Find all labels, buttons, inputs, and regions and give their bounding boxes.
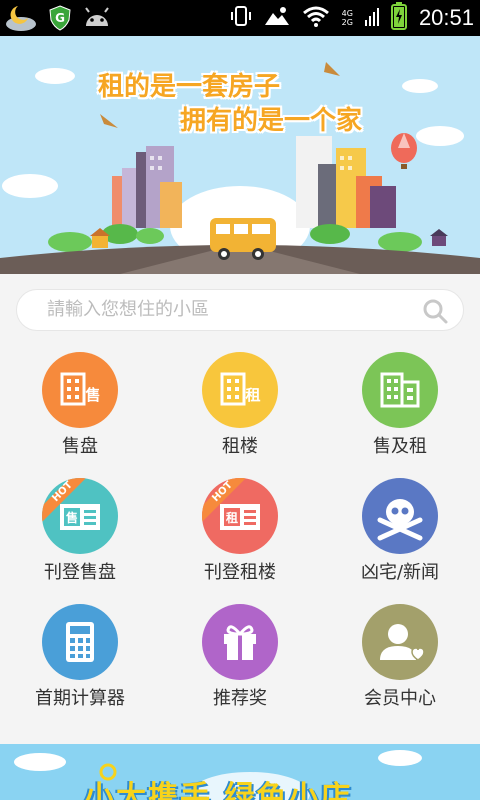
gift-icon (202, 604, 278, 680)
battery-charging-icon (390, 2, 407, 34)
building-rent-icon: 租 (202, 352, 278, 428)
search-icon[interactable] (421, 297, 449, 325)
promo-banner[interactable]: 租的是一套房子 拥有的是一个家 (0, 36, 480, 274)
menu-item-sale[interactable]: 售 售盘 (0, 340, 160, 466)
network-bottom-label: 2G (341, 18, 353, 27)
menu-item-haunted-news[interactable]: 凶宅/新闻 (320, 466, 480, 592)
svg-text:G: G (55, 11, 65, 25)
menu-item-post-sale[interactable]: HOT 售 刊登售盘 (0, 466, 160, 592)
menu-item-calculator[interactable]: 首期计算器 (0, 592, 160, 718)
menu-item-sale-and-rent[interactable]: 售及租 (320, 340, 480, 466)
bottom-banner-text: 小大携手 绿色小店 (84, 780, 353, 800)
building-sale-icon: 售 (42, 352, 118, 428)
svg-text:租: 租 (226, 511, 238, 525)
banner-headline-1: 租的是一套房子 (98, 72, 281, 102)
svg-text:售: 售 (85, 386, 100, 404)
android-icon (82, 6, 112, 34)
bottom-promo-banner[interactable]: 小大携手 绿色小店 (0, 744, 480, 800)
search-input[interactable]: 請輸入您想住的小區 (47, 290, 407, 330)
menu-label: 售及租 (373, 436, 427, 457)
shield-app-icon: G (48, 5, 72, 35)
status-bar-right: 4G 2G 20:51 (230, 0, 474, 36)
menu-label: 推荐奖 (213, 688, 267, 709)
wifi-icon (302, 5, 330, 31)
menu-item-referral-reward[interactable]: 推荐奖 (160, 592, 320, 718)
weather-moon-icon (4, 4, 38, 36)
post-sale-icon: HOT 售 (42, 478, 118, 554)
buildings-icon (362, 352, 438, 428)
status-bar-left: G (4, 4, 112, 36)
member-icon (362, 604, 438, 680)
calculator-icon (42, 604, 118, 680)
menu-item-post-rent[interactable]: HOT 租 刊登租楼 (160, 466, 320, 592)
menu-label: 会员中心 (364, 688, 436, 709)
menu-item-rent[interactable]: 租 租楼 (160, 340, 320, 466)
skull-icon (362, 478, 438, 554)
post-rent-icon: HOT 租 (202, 478, 278, 554)
menu-label: 售盘 (62, 436, 98, 457)
menu-label: 租楼 (222, 436, 258, 457)
menu-label: 刊登售盘 (44, 562, 116, 583)
network-top-label: 4G (341, 9, 353, 18)
menu-label: 首期计算器 (35, 688, 125, 709)
svg-text:售: 售 (66, 510, 78, 525)
signal-icon (364, 6, 379, 30)
clock: 20:51 (418, 5, 474, 30)
menu-label: 刊登租楼 (204, 562, 276, 583)
menu-item-member-center[interactable]: 会员中心 (320, 592, 480, 718)
svg-text:租: 租 (245, 386, 260, 404)
vibrate-icon (230, 5, 252, 31)
status-bar: G 4G 2G 20:51 (0, 0, 480, 36)
banner-headline-2: 拥有的是一个家 (180, 106, 363, 136)
menu-label: 凶宅/新闻 (360, 562, 440, 583)
search-bar[interactable]: 請輸入您想住的小區 (16, 289, 464, 331)
image-notification-icon (264, 5, 290, 31)
network-type-indicator: 4G 2G (342, 9, 353, 27)
